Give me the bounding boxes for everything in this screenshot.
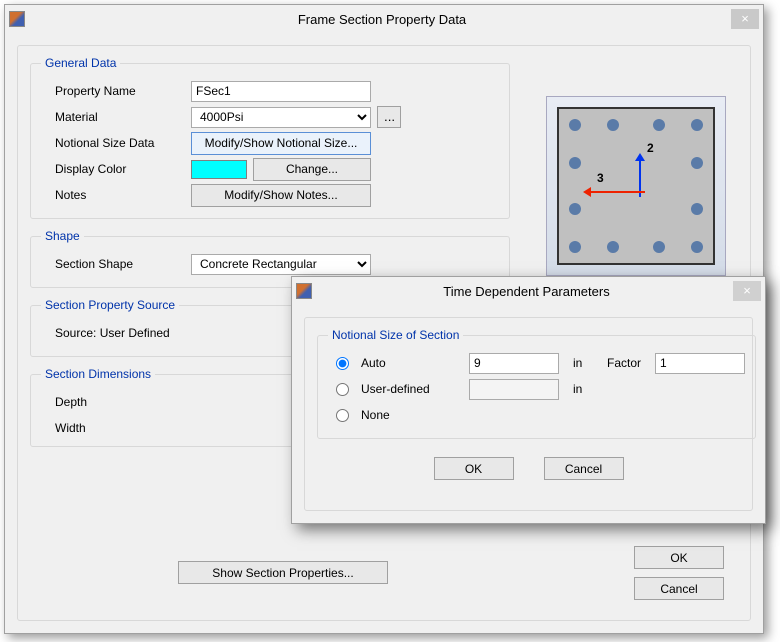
user-defined-radio[interactable] <box>336 383 349 396</box>
notional-size-label: Notional Size Data <box>41 136 191 150</box>
none-label: None <box>361 408 390 422</box>
notional-size-group: Notional Size of Section Auto in Factor … <box>317 328 756 439</box>
sub-window-title: Time Dependent Parameters <box>320 284 733 299</box>
property-name-label: Property Name <box>41 84 191 98</box>
auto-label: Auto <box>361 356 461 370</box>
general-data-legend: General Data <box>41 56 120 70</box>
show-section-props-button[interactable]: Show Section Properties... <box>178 561 388 584</box>
notes-button[interactable]: Modify/Show Notes... <box>191 184 371 207</box>
source-text: Source: User Defined <box>41 326 170 340</box>
property-name-input[interactable] <box>191 81 371 102</box>
close-icon[interactable]: × <box>731 9 759 29</box>
material-ellipsis-button[interactable]: ... <box>377 106 401 128</box>
depth-label: Depth <box>41 395 191 409</box>
notional-size-legend: Notional Size of Section <box>328 328 463 342</box>
material-label: Material <box>41 110 191 124</box>
axis-3-label: 3 <box>597 171 604 185</box>
section-shape-select[interactable]: Concrete Rectangular <box>191 254 371 275</box>
factor-input[interactable] <box>655 353 745 374</box>
none-radio[interactable] <box>336 409 349 422</box>
time-dependent-window: Time Dependent Parameters × Notional Siz… <box>291 276 766 524</box>
factor-label: Factor <box>603 356 647 370</box>
app-icon <box>9 11 25 27</box>
change-color-button[interactable]: Change... <box>253 158 371 181</box>
notional-size-button[interactable]: Modify/Show Notional Size... <box>191 132 371 155</box>
color-swatch[interactable] <box>191 160 247 179</box>
material-select[interactable]: 4000Psi <box>191 107 371 128</box>
sub-titlebar[interactable]: Time Dependent Parameters × <box>292 277 765 305</box>
close-icon[interactable]: × <box>733 281 761 301</box>
axis-2-label: 2 <box>647 141 654 155</box>
source-legend: Section Property Source <box>41 298 179 312</box>
sub-cancel-button[interactable]: Cancel <box>544 457 624 480</box>
section-preview-inner: 2 3 <box>557 107 715 265</box>
shape-legend: Shape <box>41 229 84 243</box>
user-defined-label: User-defined <box>361 382 461 396</box>
auto-radio[interactable] <box>336 357 349 370</box>
app-icon <box>296 283 312 299</box>
auto-unit: in <box>567 356 595 370</box>
section-shape-label: Section Shape <box>41 257 191 271</box>
titlebar[interactable]: Frame Section Property Data × <box>5 5 763 33</box>
axis-3-icon <box>589 191 641 193</box>
cancel-button[interactable]: Cancel <box>634 577 724 600</box>
width-label: Width <box>41 421 191 435</box>
user-defined-input[interactable] <box>469 379 559 400</box>
display-color-label: Display Color <box>41 162 191 176</box>
window-title: Frame Section Property Data <box>33 12 731 27</box>
sub-ok-button[interactable]: OK <box>434 457 514 480</box>
ok-button[interactable]: OK <box>634 546 724 569</box>
general-data-group: General Data Property Name Material 4000… <box>30 56 510 219</box>
notes-label: Notes <box>41 188 191 202</box>
section-preview: 2 3 <box>546 96 726 276</box>
sub-body: Notional Size of Section Auto in Factor … <box>304 317 753 511</box>
dimensions-legend: Section Dimensions <box>41 367 155 381</box>
user-unit: in <box>567 382 582 396</box>
auto-value-input[interactable] <box>469 353 559 374</box>
